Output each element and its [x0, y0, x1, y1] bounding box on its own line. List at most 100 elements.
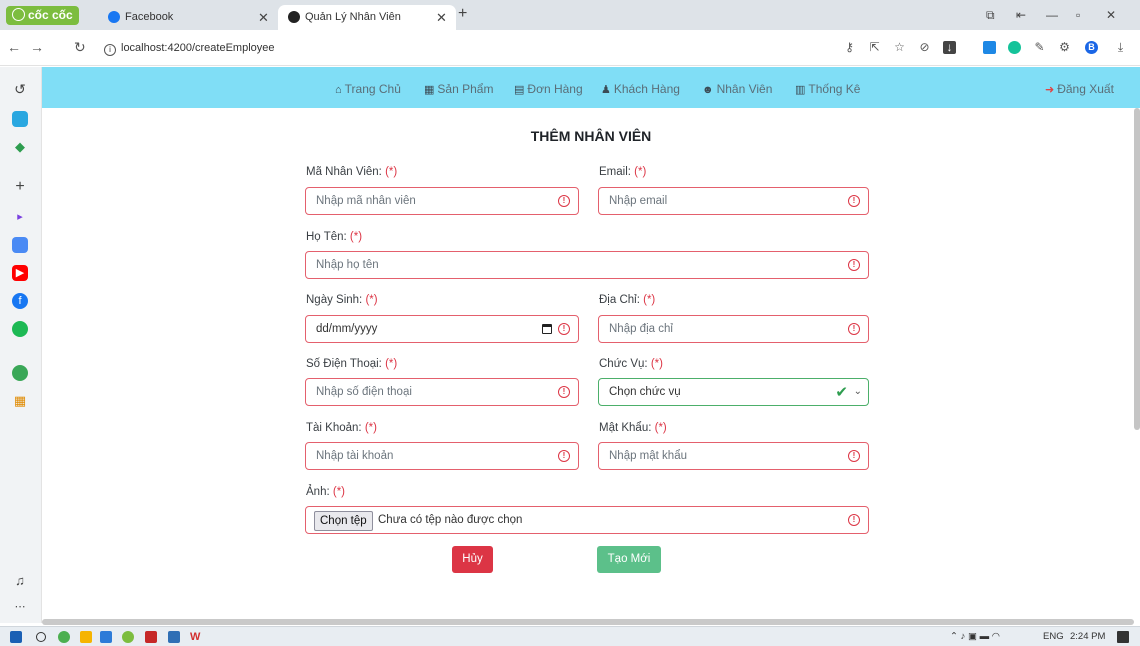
nav-products[interactable]: ▦ Sản Phẩm	[424, 82, 493, 96]
add-icon[interactable]: +	[12, 179, 28, 195]
chevron-down-icon: ⌄	[853, 386, 862, 397]
more-icon[interactable]: ⋯	[12, 599, 28, 615]
error-icon: !	[848, 450, 860, 462]
app-icon	[288, 11, 300, 23]
users-icon: ☻	[702, 84, 714, 96]
back-icon[interactable]: ←	[7, 39, 21, 55]
windows-start-icon[interactable]	[10, 631, 22, 643]
browser-brand-button[interactable]: cốc cốc	[6, 6, 79, 25]
extension-pen-icon[interactable]: ✎	[1033, 41, 1046, 54]
puzzle-icon[interactable]: ⚙	[1058, 41, 1071, 54]
page-title: THÊM NHÂN VIÊN	[530, 128, 652, 144]
clock[interactable]: 2:24 PM	[1070, 631, 1105, 642]
phone-input[interactable]: Nhập số điện thoại!	[305, 378, 579, 406]
facebook-icon	[108, 11, 120, 23]
url-input[interactable]: i localhost:4200/createEmployee	[104, 36, 804, 60]
horizontal-scrollbar[interactable]	[42, 619, 1134, 625]
reload-icon[interactable]: ↻	[74, 39, 86, 56]
app-blue-icon[interactable]	[168, 631, 180, 643]
extension-blue-icon[interactable]	[983, 41, 996, 54]
star-icon[interactable]: ☆	[893, 41, 906, 54]
youtube-icon[interactable]: ▶	[12, 265, 28, 281]
share-icon[interactable]: ⇱	[868, 41, 881, 54]
maximize-icon[interactable]: ▫	[1076, 8, 1080, 22]
close-window-icon[interactable]: ✕	[1106, 8, 1116, 22]
error-icon: !	[848, 195, 860, 207]
history-icon[interactable]: ↺	[12, 81, 28, 97]
email-input[interactable]: Nhập email!	[598, 187, 869, 215]
app-navbar: ⌂ Trang Chủ ▦ Sản Phẩm ▤ Đơn Hàng ♟ Khách Hà…	[42, 67, 1140, 108]
check-icon: ✔	[835, 384, 848, 401]
minimize-icon[interactable]: —	[1046, 8, 1058, 22]
nav-employees[interactable]: ☻ Nhân Viên	[702, 82, 772, 96]
nav-home[interactable]: ⌂ Trang Chủ	[335, 82, 401, 96]
grammarly-icon[interactable]	[1008, 41, 1021, 54]
spotify-icon[interactable]	[12, 321, 28, 337]
photo-file-input[interactable]: Chọn tệp Chưa có tệp nào được chọn!	[305, 506, 869, 534]
person-icon: ♟	[601, 84, 611, 96]
tray-icons[interactable]: ⌃ ♪ ▣ ▬ ◠	[950, 631, 1000, 642]
window-split-icon[interactable]: ⇤	[1016, 8, 1026, 22]
forward-icon[interactable]: →	[30, 39, 44, 55]
position-select[interactable]: Chọn chức vụ ✔ ⌄	[598, 378, 869, 406]
label-phone: Số Điện Thoại: (*)	[306, 358, 398, 370]
search-icon[interactable]	[36, 632, 46, 642]
facebook-sidebar-icon[interactable]: f	[12, 293, 28, 309]
window-cast-icon[interactable]: ⧉	[986, 8, 995, 23]
wps-icon[interactable]: W	[190, 631, 202, 643]
coccoc-taskbar-icon[interactable]	[58, 631, 70, 643]
password-input[interactable]: Nhập mật khẩu!	[598, 442, 869, 470]
logout-icon: ➜	[1045, 84, 1055, 96]
nav-statistics[interactable]: ▥ Thống Kê	[795, 82, 860, 96]
bell-icon[interactable]: ♫	[12, 573, 28, 589]
key-icon[interactable]: ⚷	[843, 41, 856, 54]
coccoc-logo-icon	[12, 8, 25, 21]
game-2-icon[interactable]	[12, 365, 28, 381]
pointer-ext-icon[interactable]: ▸	[12, 209, 28, 225]
grid-icon: ▦	[424, 84, 435, 96]
vscode-icon[interactable]	[100, 631, 112, 643]
full-name-input[interactable]: Nhập họ tên!	[305, 251, 869, 279]
choose-file-button[interactable]: Chọn tệp	[314, 511, 373, 531]
shop-icon[interactable]: ▦	[12, 393, 28, 409]
calendar-icon[interactable]	[542, 324, 552, 334]
label-email: Email: (*)	[599, 166, 647, 178]
nav-orders[interactable]: ▤ Đơn Hàng	[514, 82, 583, 96]
profile-avatar[interactable]: B	[1085, 41, 1098, 54]
new-tab-icon[interactable]: +	[458, 5, 467, 23]
close-tab-icon[interactable]: ✕	[258, 5, 269, 30]
logout-link[interactable]: ➜ Đăng Xuất	[1045, 82, 1114, 96]
game-icon[interactable]: ◆	[12, 139, 28, 155]
translate-icon[interactable]	[12, 237, 28, 253]
download-icon[interactable]: ⤓	[1114, 41, 1127, 54]
tab-employee-management[interactable]: Quản Lý Nhân Viên ✕	[278, 5, 456, 30]
language-indicator[interactable]: ENG	[1043, 631, 1064, 642]
browser-tab-strip: cốc cốc Facebook ✕ Quản Lý Nhân Viên ✕ +…	[0, 0, 1140, 30]
label-password: Mật Khẩu: (*)	[599, 422, 667, 434]
windows-taskbar: W ⌃ ♪ ▣ ▬ ◠ ENG 2:24 PM	[0, 626, 1140, 646]
browser-taskbar-icon[interactable]	[122, 631, 134, 643]
file-icon: ▤	[514, 84, 525, 96]
address-bar: ← → ↻ i localhost:4200/createEmployee ⚷ ⇱…	[0, 30, 1140, 66]
file-status: Chưa có tệp nào được chọn	[378, 514, 523, 526]
file-explorer-icon[interactable]	[80, 631, 92, 643]
address-input[interactable]: Nhập địa chỉ!	[598, 315, 869, 343]
vertical-scrollbar[interactable]	[1134, 108, 1140, 430]
info-icon[interactable]: i	[104, 44, 116, 56]
tab-facebook[interactable]: Facebook ✕	[98, 5, 278, 30]
label-position: Chức Vụ: (*)	[599, 358, 663, 370]
error-icon: !	[848, 259, 860, 271]
notification-icon[interactable]	[1117, 631, 1129, 643]
zalo-icon[interactable]	[12, 111, 28, 127]
app-red-icon[interactable]	[145, 631, 157, 643]
username-input[interactable]: Nhập tài khoản!	[305, 442, 579, 470]
close-tab-icon[interactable]: ✕	[436, 5, 447, 30]
nav-customers[interactable]: ♟ Khách Hàng	[601, 82, 680, 96]
create-button[interactable]: Tạo Mới	[597, 546, 661, 573]
error-icon: !	[558, 323, 570, 335]
cancel-button[interactable]: Hủy	[452, 546, 493, 573]
employee-id-input[interactable]: Nhập mã nhân viên!	[305, 187, 579, 215]
download-ext-icon[interactable]: ↓	[943, 41, 956, 54]
birth-date-input[interactable]: dd/mm/yyyy!	[305, 315, 579, 343]
shield-icon[interactable]: ⊘	[918, 41, 931, 54]
